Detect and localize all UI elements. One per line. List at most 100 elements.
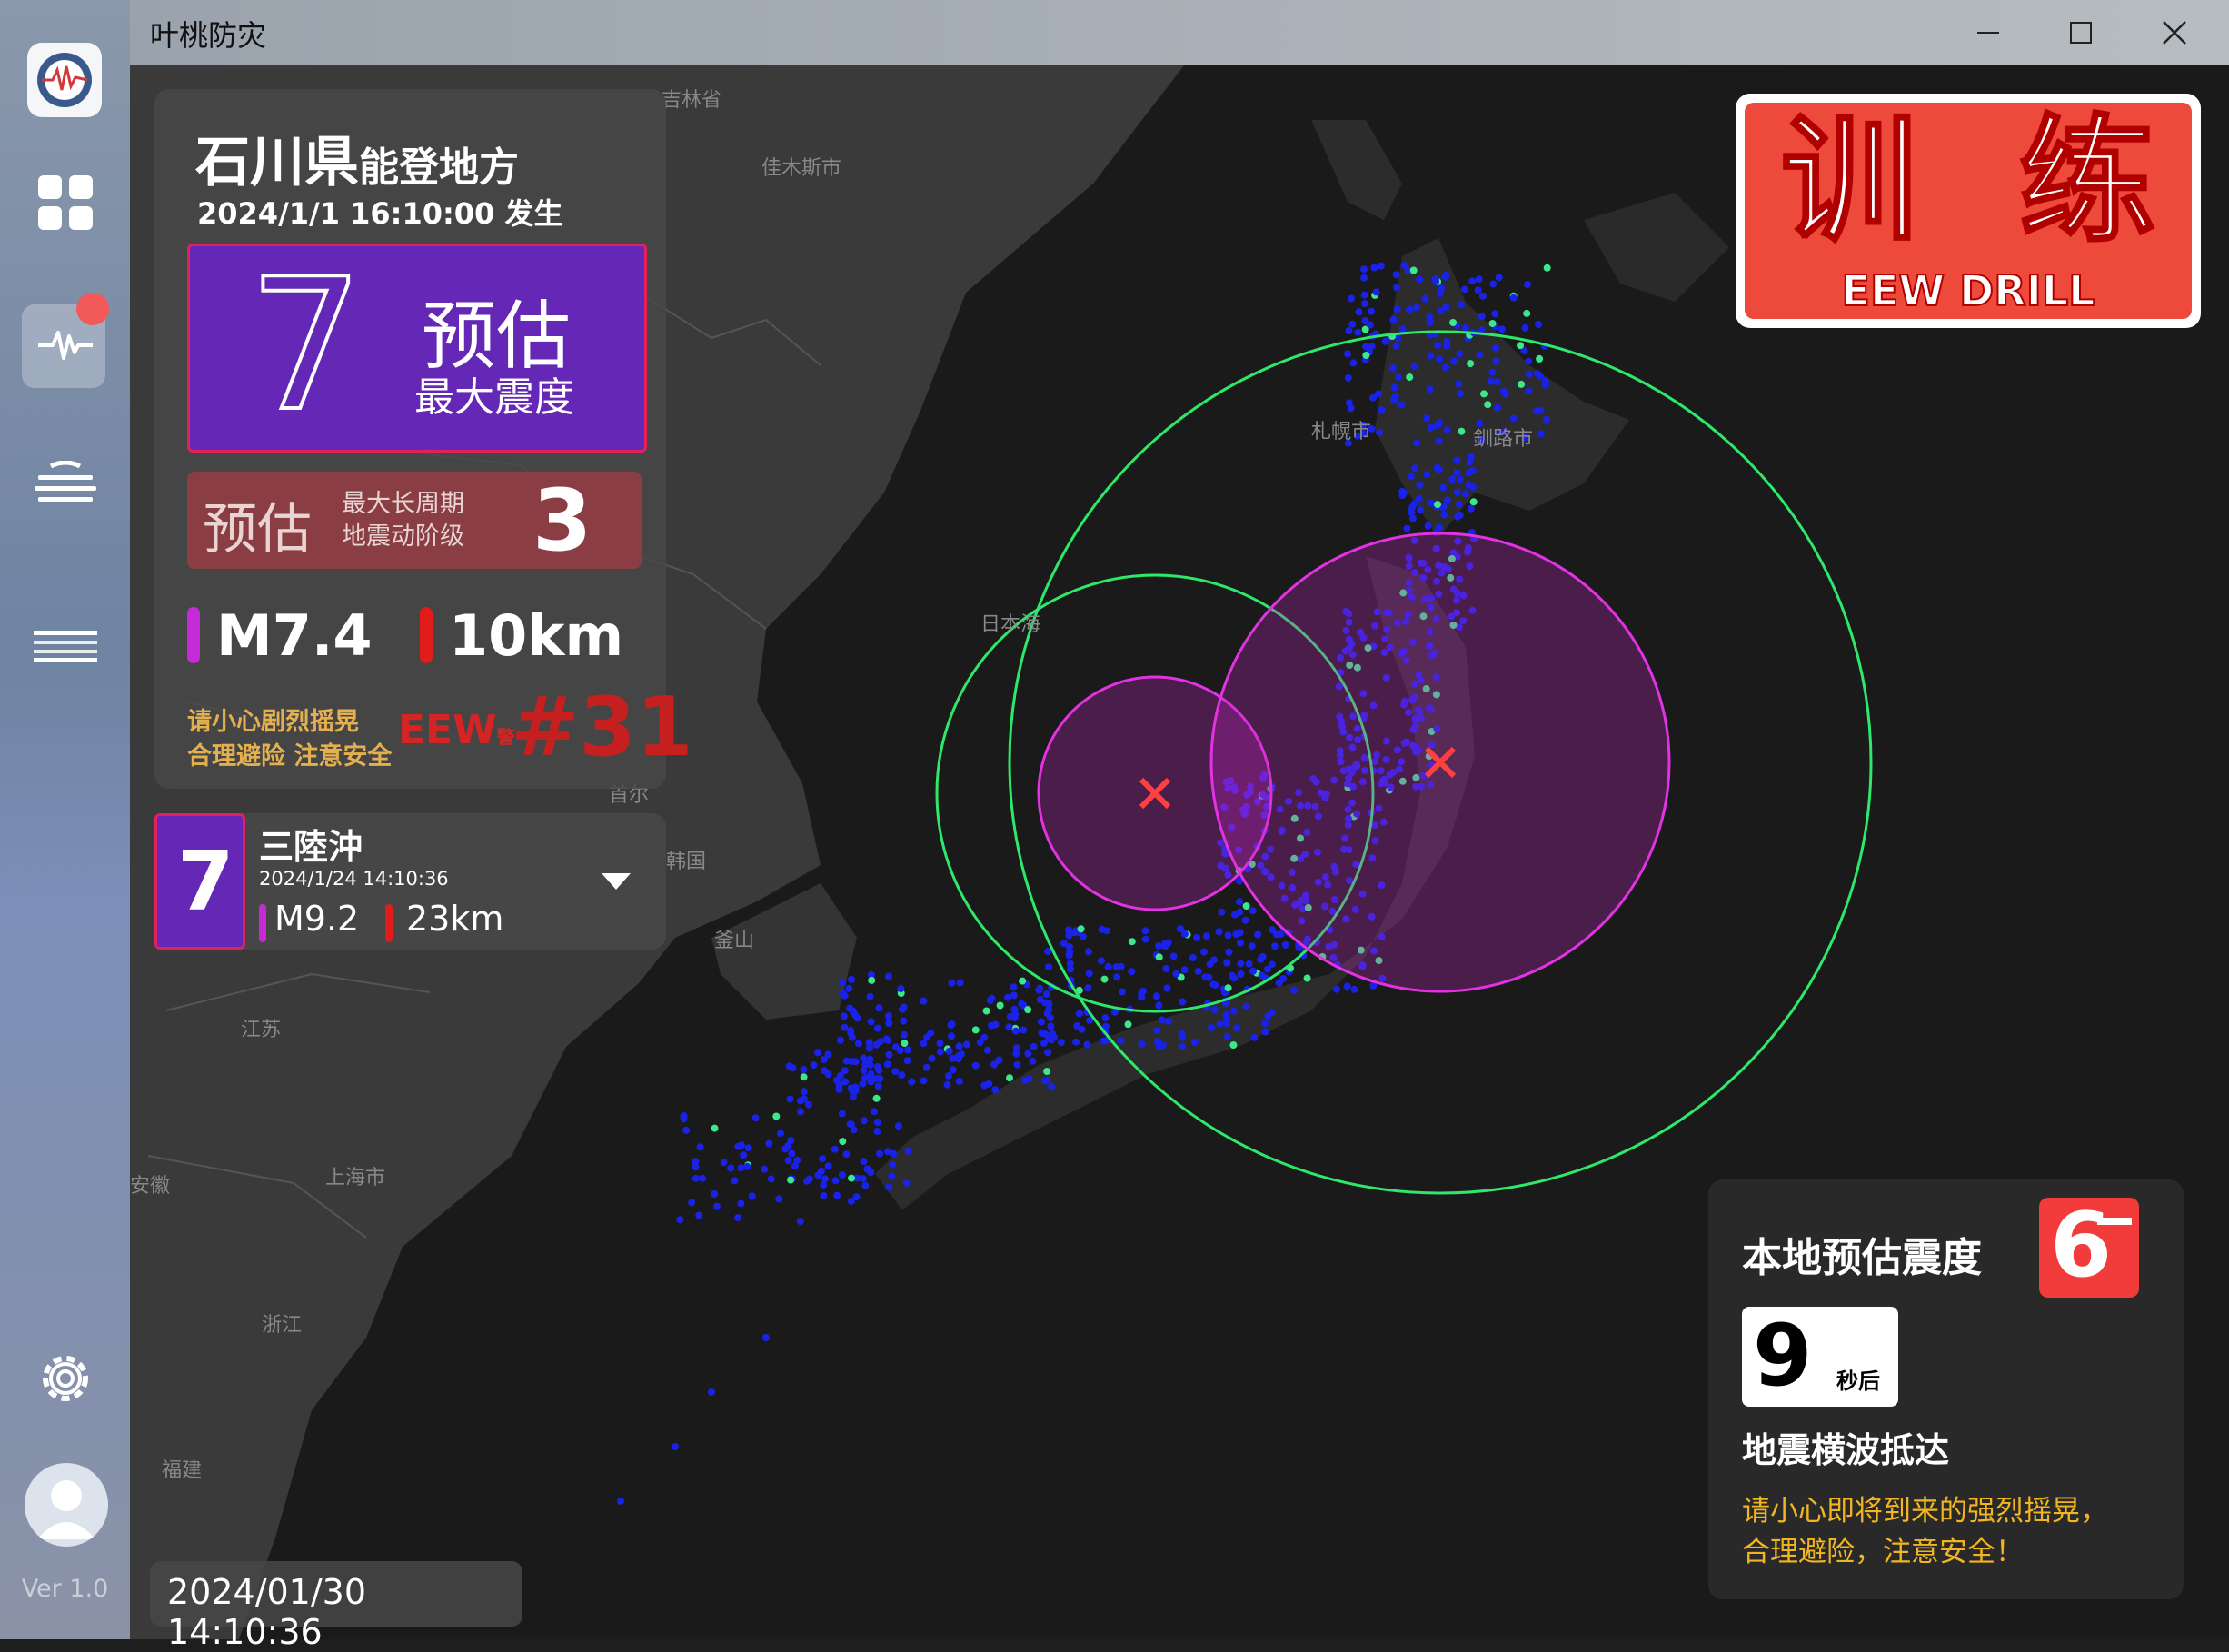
station-dot: [1236, 939, 1244, 947]
station-dot: [800, 1066, 808, 1074]
station-dot: [884, 972, 892, 980]
arrival-status: 地震横波抵达: [1742, 1430, 1950, 1470]
station-dot: [876, 1074, 884, 1082]
station-dot: [875, 1004, 883, 1012]
station-dot: [1525, 357, 1533, 365]
station-dot: [949, 1066, 957, 1074]
station-dot: [891, 1043, 900, 1051]
station-dot: [1390, 383, 1398, 392]
station-dot: [1035, 986, 1043, 994]
station-dot: [1020, 1026, 1027, 1034]
station-dot: [775, 1195, 783, 1203]
history-item[interactable]: 7 三陸沖 2024/1/24 14:10:36 M9.2 23km: [154, 813, 666, 950]
station-dot: [786, 1095, 794, 1103]
station-dot: [854, 1040, 862, 1048]
station-dot: [903, 1057, 911, 1065]
station-dot: [1448, 475, 1457, 483]
station-dot: [1180, 930, 1189, 938]
station-dot: [1079, 932, 1087, 940]
station-dot: [1427, 423, 1435, 432]
station-dot: [1537, 430, 1545, 438]
station-dot: [1355, 308, 1363, 316]
settings-button[interactable]: [0, 1333, 130, 1424]
station-dot: [923, 1033, 931, 1041]
station-dot: [872, 1094, 881, 1102]
station-dot: [1521, 323, 1529, 332]
maximize-button[interactable]: [2035, 0, 2126, 65]
seismic-monitor-nav[interactable]: [0, 300, 130, 391]
station-dot: [1084, 984, 1092, 992]
station-dot: [1362, 343, 1370, 351]
local-warning-line1: 请小心即将到来的强烈摇晃，: [1742, 1495, 2108, 1528]
station-dot: [873, 1062, 881, 1070]
warning-line1: 请小心剧烈摇晃: [187, 708, 359, 736]
tsunami-button[interactable]: [0, 441, 130, 532]
station-dot: [1044, 948, 1052, 956]
station-dot: [1230, 974, 1239, 982]
station-dot: [1236, 898, 1244, 906]
station-dot: [1006, 1074, 1013, 1082]
station-dot: [1261, 1028, 1269, 1036]
station-dot: [897, 985, 905, 993]
chevron-down-icon[interactable]: [602, 873, 631, 890]
station-dot: [1350, 985, 1358, 993]
station-dot: [1426, 318, 1434, 326]
station-dot: [787, 1176, 795, 1184]
window-title: 叶桃防灾: [150, 18, 267, 53]
station-dot: [1484, 401, 1492, 409]
minimize-button[interactable]: [1943, 0, 2034, 65]
map-label: 浙江: [262, 1314, 302, 1337]
station-dot: [1222, 1020, 1230, 1028]
station-dot: [1488, 320, 1497, 327]
station-dot: [1449, 319, 1458, 326]
list-icon: [33, 631, 97, 662]
station-dot: [821, 1175, 829, 1183]
station-dot: [955, 1042, 963, 1050]
station-dot: [818, 1167, 825, 1175]
station-dot: [1468, 466, 1477, 474]
station-dot: [1392, 342, 1400, 350]
station-dot: [1113, 973, 1121, 981]
history-magnitude-bar: [259, 904, 266, 942]
station-dot: [945, 1071, 952, 1080]
station-dot: [1494, 403, 1502, 412]
station-dot: [1201, 973, 1209, 981]
station-dot: [1372, 288, 1380, 296]
station-dot: [835, 1085, 843, 1093]
station-dot: [839, 1138, 847, 1146]
map-label: 札幌市: [1311, 421, 1371, 443]
station-dot: [1450, 357, 1458, 365]
close-button[interactable]: [2129, 0, 2220, 65]
list-button[interactable]: [0, 600, 130, 691]
seismo-logo-icon: [37, 53, 92, 107]
station-dot: [1242, 902, 1250, 911]
user-avatar[interactable]: [25, 1463, 108, 1547]
station-dot: [1257, 955, 1265, 963]
history-depth: 23km: [406, 899, 504, 939]
region-main: 石川県: [195, 131, 359, 194]
local-warning-line2: 合理避险，注意安全！: [1742, 1536, 2024, 1568]
max-intensity-value: 7: [246, 240, 365, 452]
drill-badge-inner: 训 练 EEW DRILL: [1745, 103, 2192, 319]
station-dot: [920, 1077, 928, 1085]
station-dot: [1389, 316, 1398, 324]
station-dot: [1202, 932, 1210, 940]
station-dot: [801, 1095, 808, 1103]
station-dot: [866, 992, 874, 1000]
station-dot: [1042, 990, 1050, 998]
station-dot: [787, 1137, 795, 1145]
station-dot: [785, 1062, 793, 1070]
lp-desc-line1: 最大长周期: [342, 490, 464, 518]
station-dot: [943, 1080, 951, 1089]
map-label: 韩国: [666, 851, 706, 873]
dashboard-button[interactable]: [0, 157, 130, 248]
station-dot: [1118, 988, 1126, 996]
station-dot: [1047, 1014, 1054, 1022]
station-dot: [711, 1189, 719, 1198]
station-dot: [852, 1193, 861, 1201]
station-dot: [727, 1164, 735, 1172]
station-dot: [1206, 960, 1214, 969]
station-dot: [1038, 1018, 1045, 1026]
station-dot: [1075, 1010, 1083, 1018]
station-dot: [1398, 401, 1406, 409]
